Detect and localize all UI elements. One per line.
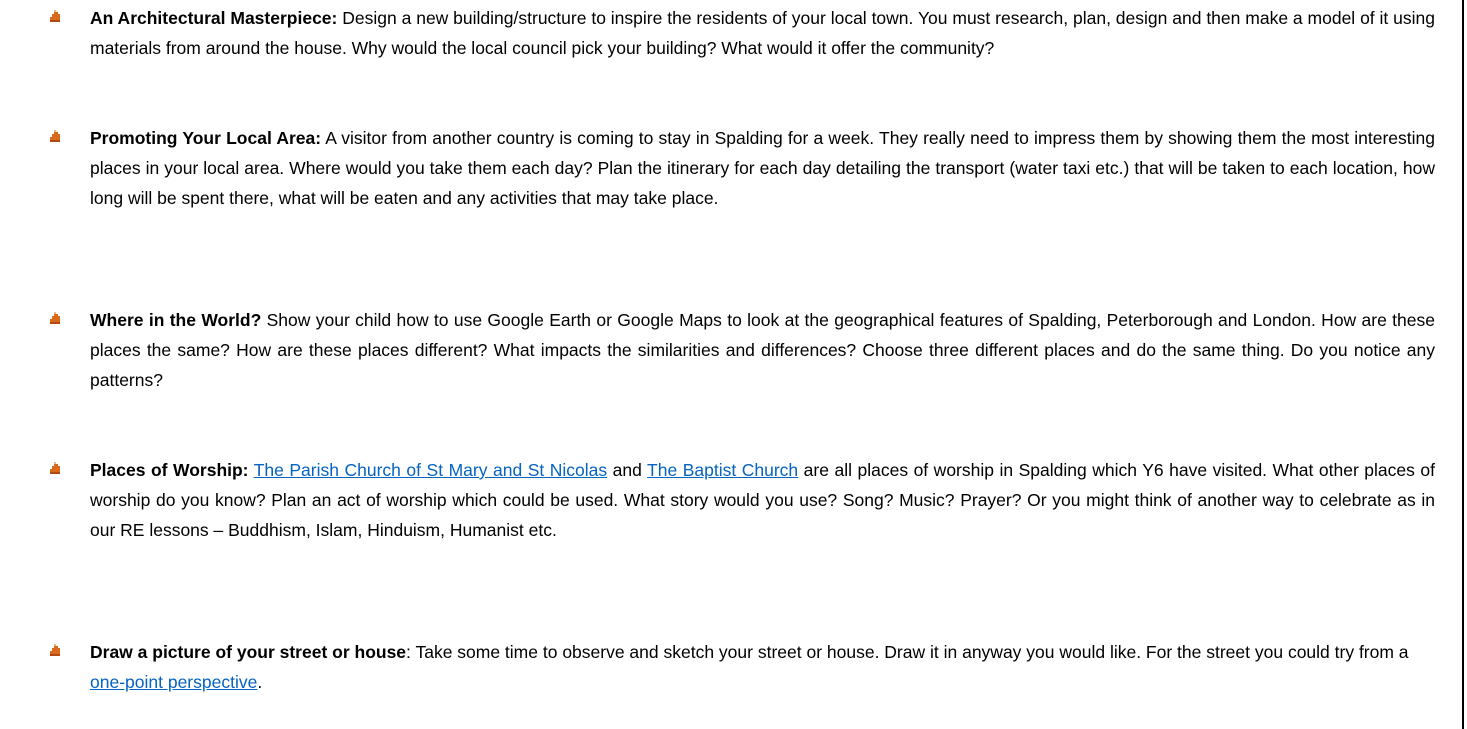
activity-text: Show your child how to use Google Earth … <box>90 310 1435 390</box>
activity-description: An Architectural Masterpiece: Design a n… <box>90 3 1435 63</box>
activity-description: Where in the World? Show your child how … <box>90 305 1435 395</box>
activity-text: : Take some time to observe and sketch y… <box>406 642 1409 662</box>
castle-bullet-icon <box>48 643 62 657</box>
castle-bullet-icon <box>48 9 62 23</box>
baptist-church-link[interactable]: The Baptist Church <box>647 460 798 480</box>
activity-title: Promoting Your Local Area: <box>90 128 322 148</box>
one-point-perspective-link[interactable]: one-point perspective <box>90 672 257 692</box>
castle-bullet-icon <box>48 311 62 325</box>
activity-description: Draw a picture of your street or house: … <box>90 637 1435 697</box>
activity-title: An Architectural Masterpiece: <box>90 8 338 28</box>
activity-text: . <box>257 672 263 692</box>
activity-description: Places of Worship: The Parish Church of … <box>90 455 1435 545</box>
activity-title: Draw a picture of your street or house <box>90 642 407 662</box>
parish-church-link[interactable]: The Parish Church of St Mary and St Nico… <box>254 460 607 480</box>
activity-text: and <box>607 460 648 480</box>
castle-bullet-icon <box>48 129 62 143</box>
castle-bullet-icon <box>48 461 62 475</box>
activity-description: Promoting Your Local Area: A visitor fro… <box>90 123 1435 213</box>
activity-title: Places of Worship: <box>90 460 249 480</box>
page-border-line <box>1462 0 1464 729</box>
activity-title: Where in the World? <box>90 310 262 330</box>
